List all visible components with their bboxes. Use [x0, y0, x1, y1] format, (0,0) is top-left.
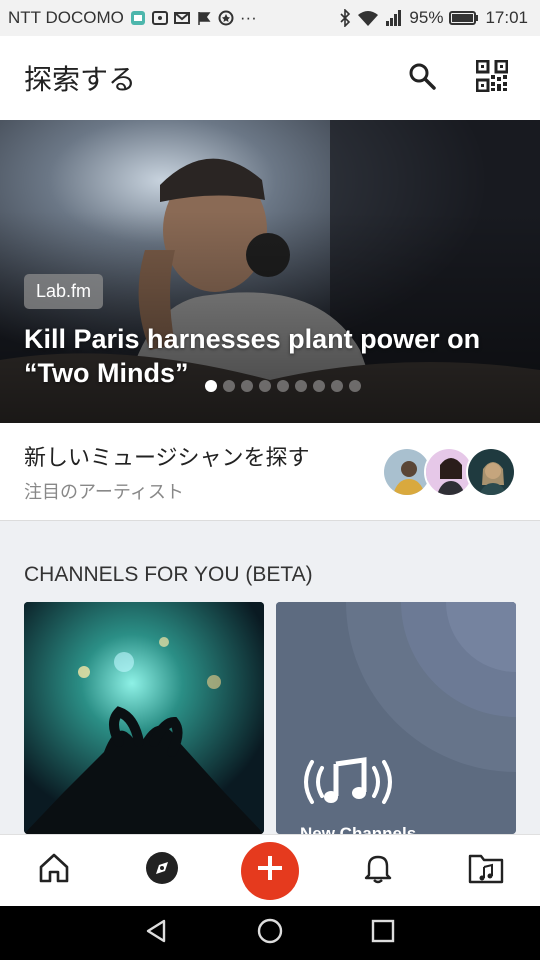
- carousel-dot: [223, 380, 235, 392]
- artist-avatars: [382, 446, 516, 497]
- battery-icon: [449, 10, 479, 26]
- app-header: 探索する: [0, 36, 540, 120]
- system-recents-button[interactable]: [361, 911, 405, 955]
- carousel-indicator: [205, 380, 361, 392]
- signal-icon: [385, 9, 403, 27]
- music-folder-icon: [468, 852, 504, 889]
- nav-home[interactable]: [22, 839, 86, 903]
- nav-add[interactable]: [238, 839, 302, 903]
- source-tag: Lab.fm: [24, 274, 104, 309]
- search-button[interactable]: [398, 54, 446, 102]
- bluetooth-icon: [339, 9, 351, 27]
- carrier-label: NTT DOCOMO: [8, 8, 124, 27]
- carousel-dot: [277, 380, 289, 392]
- bottom-navigation: [0, 834, 540, 906]
- back-triangle-icon: [144, 918, 170, 949]
- radio-music-icon: [298, 752, 398, 817]
- qr-scan-button[interactable]: [468, 54, 516, 102]
- discover-musicians-subtitle: 注目のアーティスト: [24, 481, 184, 502]
- nav-explore[interactable]: [130, 839, 194, 903]
- channel-card-new[interactable]: New Channels: [276, 602, 516, 834]
- avatar: [466, 446, 516, 497]
- qr-code-icon: [475, 59, 509, 97]
- home-icon: [37, 851, 71, 890]
- status-bar: NTT DOCOMO ··· 95% 17:01: [0, 0, 540, 36]
- battery-percent: 95%: [409, 8, 444, 27]
- channel-card-concert[interactable]: [24, 602, 264, 834]
- nav-notifications[interactable]: [346, 839, 410, 903]
- channel-card-label: New Channels: [300, 824, 417, 834]
- carousel-dot: [313, 380, 325, 392]
- wifi-icon: [357, 9, 379, 27]
- carousel-dot: [331, 380, 343, 392]
- carousel-dot: [241, 380, 253, 392]
- search-icon: [408, 62, 436, 95]
- discover-musicians-title: 新しいミュージシャンを探す: [24, 444, 310, 470]
- nav-library[interactable]: [454, 839, 518, 903]
- carousel-dot: [295, 380, 307, 392]
- concert-image: [24, 602, 264, 834]
- carousel-dot: [205, 380, 217, 392]
- featured-carousel[interactable]: Lab.fm Kill Paris harnesses plant power …: [0, 120, 540, 423]
- channels-section-title: CHANNELS FOR YOU (BETA): [24, 563, 313, 586]
- clock: 17:01: [485, 8, 528, 27]
- badge-icon: [218, 10, 234, 26]
- notification-bell-icon: [361, 851, 395, 890]
- explore-compass-icon: [145, 851, 179, 890]
- home-circle-icon: [256, 917, 284, 950]
- app-notification-icon: [151, 10, 168, 26]
- system-back-button[interactable]: [135, 911, 179, 955]
- recents-square-icon: [370, 918, 396, 949]
- add-icon: [257, 855, 283, 886]
- discover-musicians-card[interactable]: 新しいミュージシャンを探す 注目のアーティスト: [0, 423, 540, 521]
- more-notifications: ···: [239, 8, 257, 27]
- page-title: 探索する: [24, 64, 137, 95]
- carousel-dot: [259, 380, 271, 392]
- add-button[interactable]: [241, 841, 299, 900]
- android-icon: [130, 10, 146, 26]
- mail-icon: [173, 10, 190, 26]
- flag-icon: [196, 10, 212, 26]
- carousel-dot: [349, 380, 361, 392]
- system-navigation-bar: [0, 906, 540, 960]
- system-home-button[interactable]: [248, 911, 292, 955]
